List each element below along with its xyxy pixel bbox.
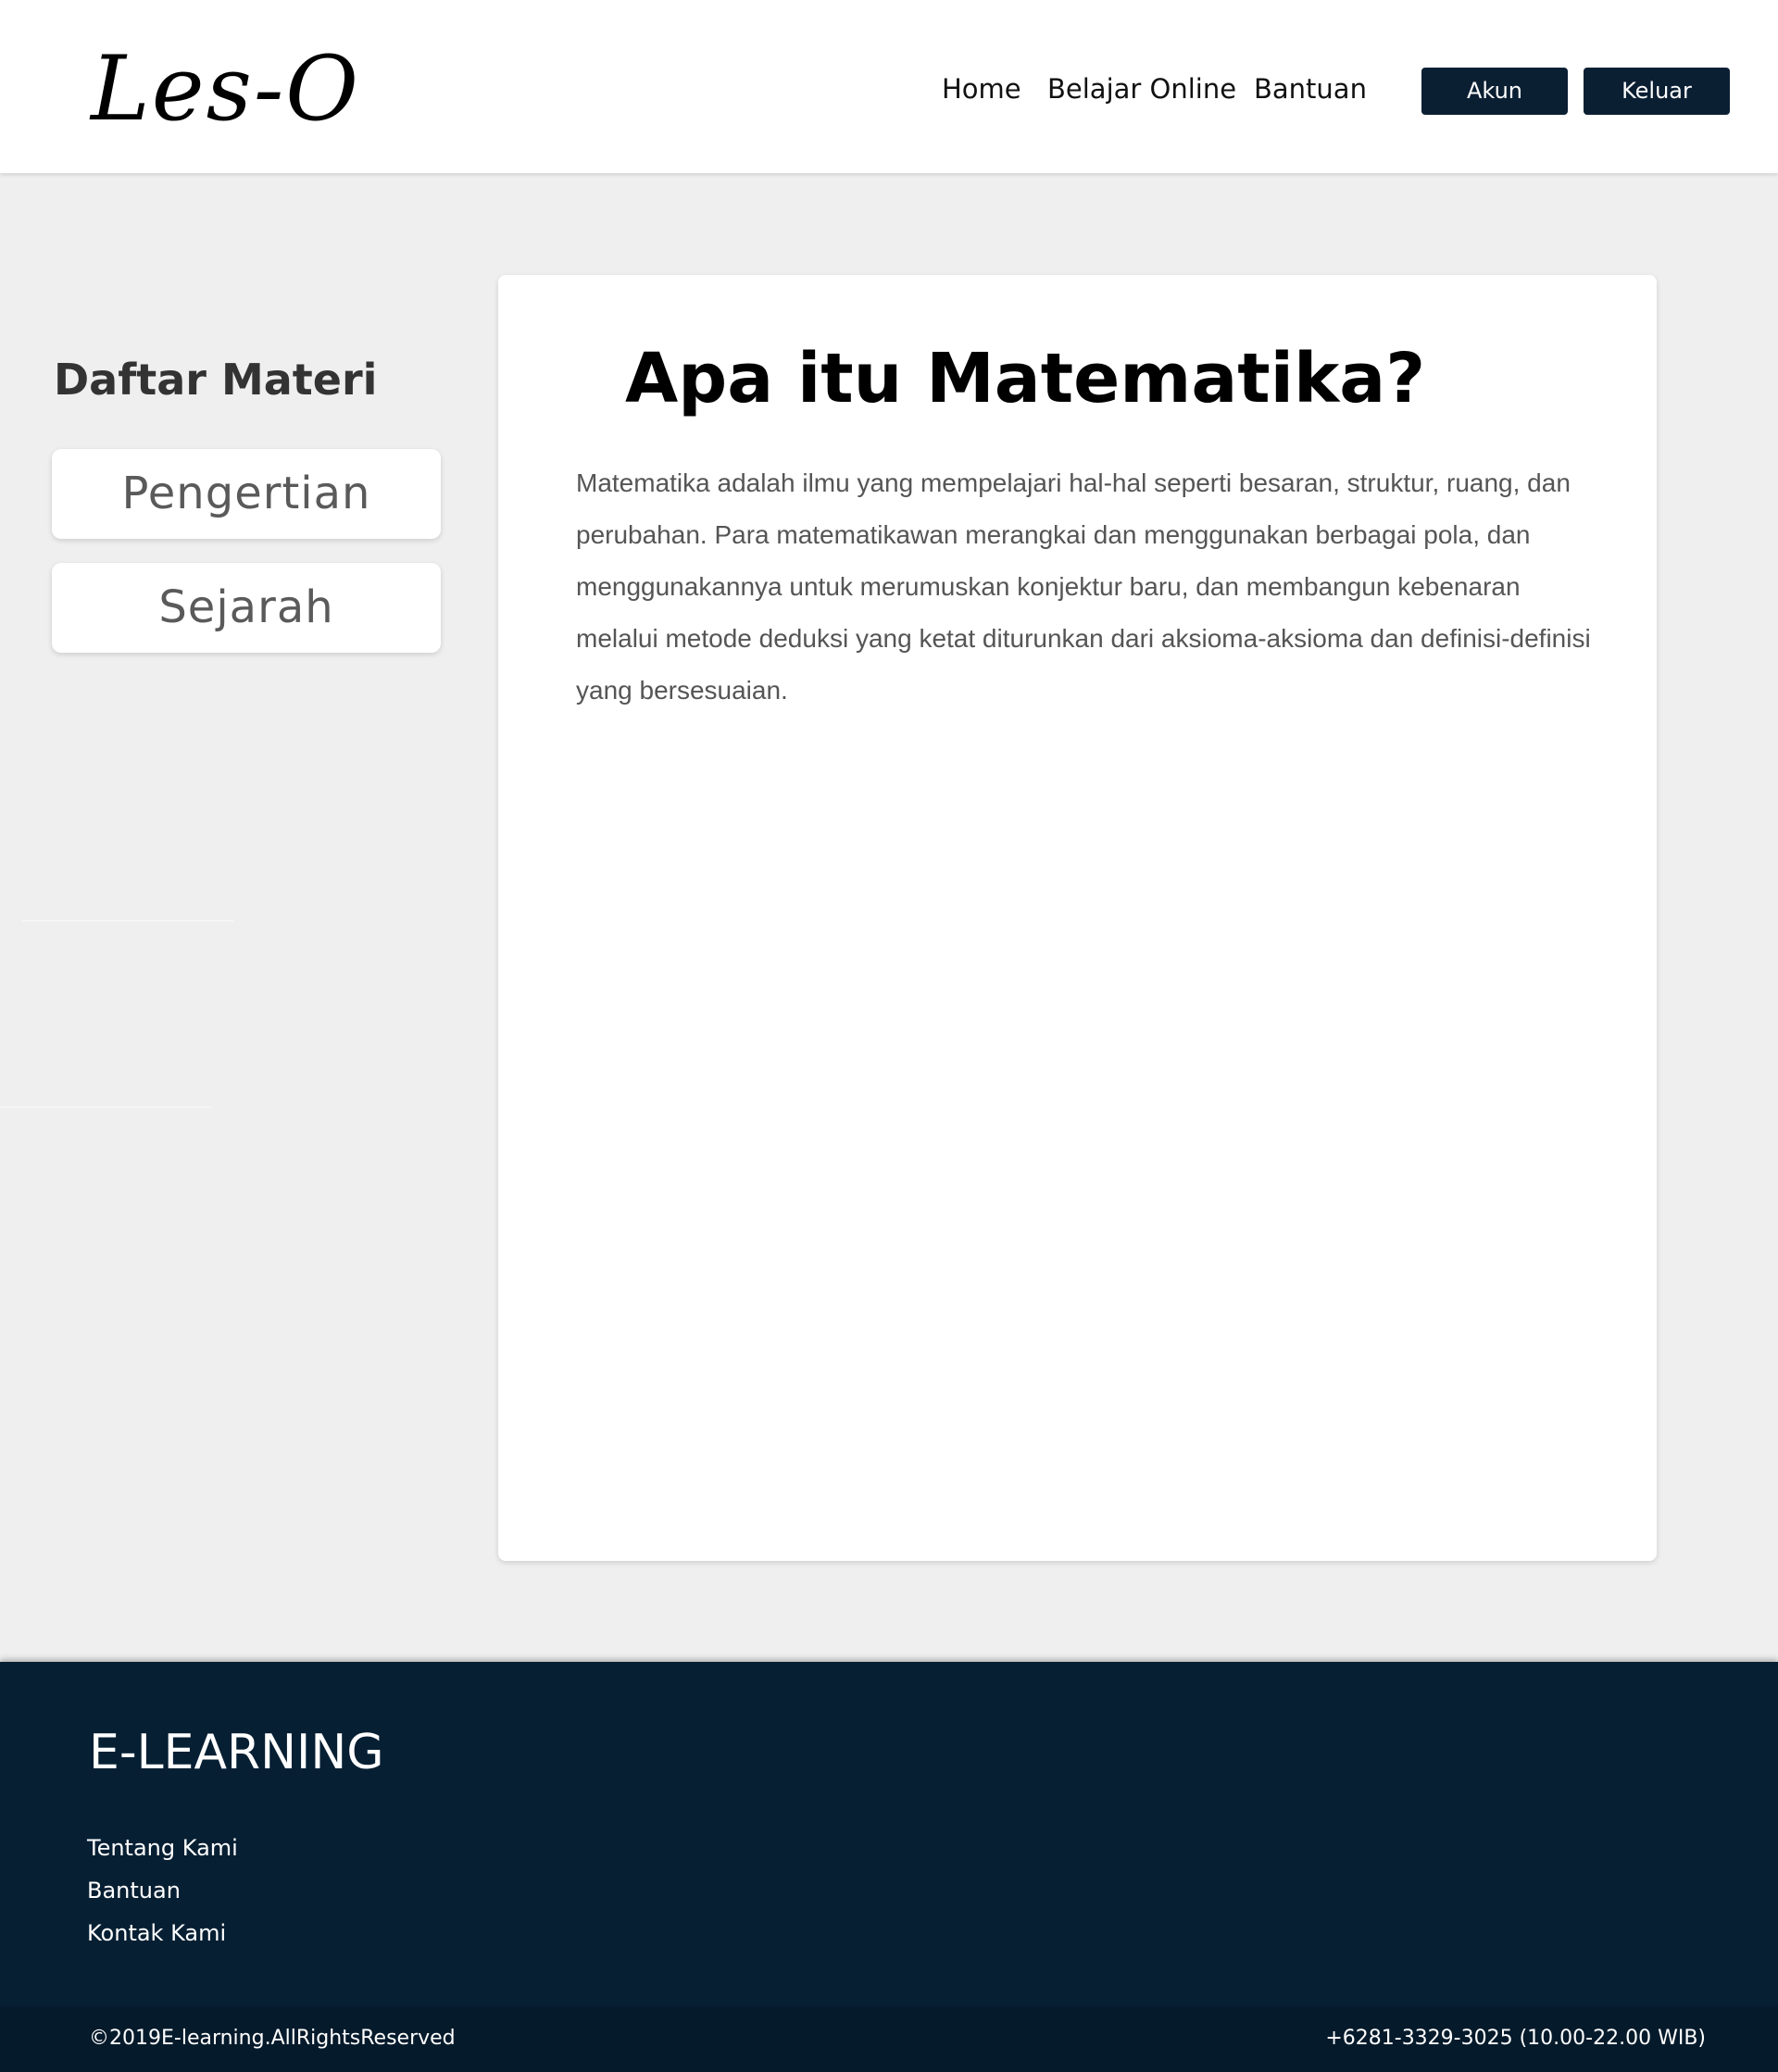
content-title: Apa itu Matematika?	[625, 339, 1426, 418]
copyright-text: ©2019E-learning.AllRightsReserved	[89, 2027, 456, 2050]
nav-link-belajar-online[interactable]: Belajar Online	[1047, 72, 1236, 106]
content-body: Matematika adalah ilmu yang mempelajari …	[576, 468, 1591, 705]
nav-link-home[interactable]: Home	[942, 72, 1021, 106]
footer-bottom-bar: ©2019E-learning.AllRightsReserved +6281-…	[0, 2006, 1778, 2072]
nav-link-bantuan[interactable]: Bantuan	[1254, 72, 1367, 106]
footer-title: E-LEARNING	[89, 1725, 384, 1780]
divider	[0, 1106, 211, 1107]
site-logo[interactable]: Les-O	[91, 35, 360, 143]
footer-link-tentang-kami[interactable]: Tentang Kami	[87, 1833, 238, 1863]
footer-link-kontak-kami[interactable]: Kontak Kami	[87, 1918, 226, 1948]
akun-button[interactable]: Akun	[1421, 68, 1568, 115]
footer-link-bantuan[interactable]: Bantuan	[87, 1876, 181, 1905]
keluar-button[interactable]: Keluar	[1584, 68, 1730, 115]
sidebar-item-pengertian[interactable]: Pengertian	[52, 449, 441, 539]
site-header: Les-O Home Belajar Online Bantuan Akun K…	[0, 0, 1778, 173]
content-card: Apa itu Matematika? Matematika adalah il…	[498, 275, 1657, 1561]
contact-phone: +6281-3329-3025 (10.00-22.00 WIB)	[1325, 2027, 1706, 2050]
site-footer: E-LEARNING Tentang Kami Bantuan Kontak K…	[0, 1662, 1778, 2006]
sidebar-item-sejarah[interactable]: Sejarah	[52, 563, 441, 653]
divider	[22, 920, 233, 921]
sidebar-title: Daftar Materi	[54, 355, 378, 405]
